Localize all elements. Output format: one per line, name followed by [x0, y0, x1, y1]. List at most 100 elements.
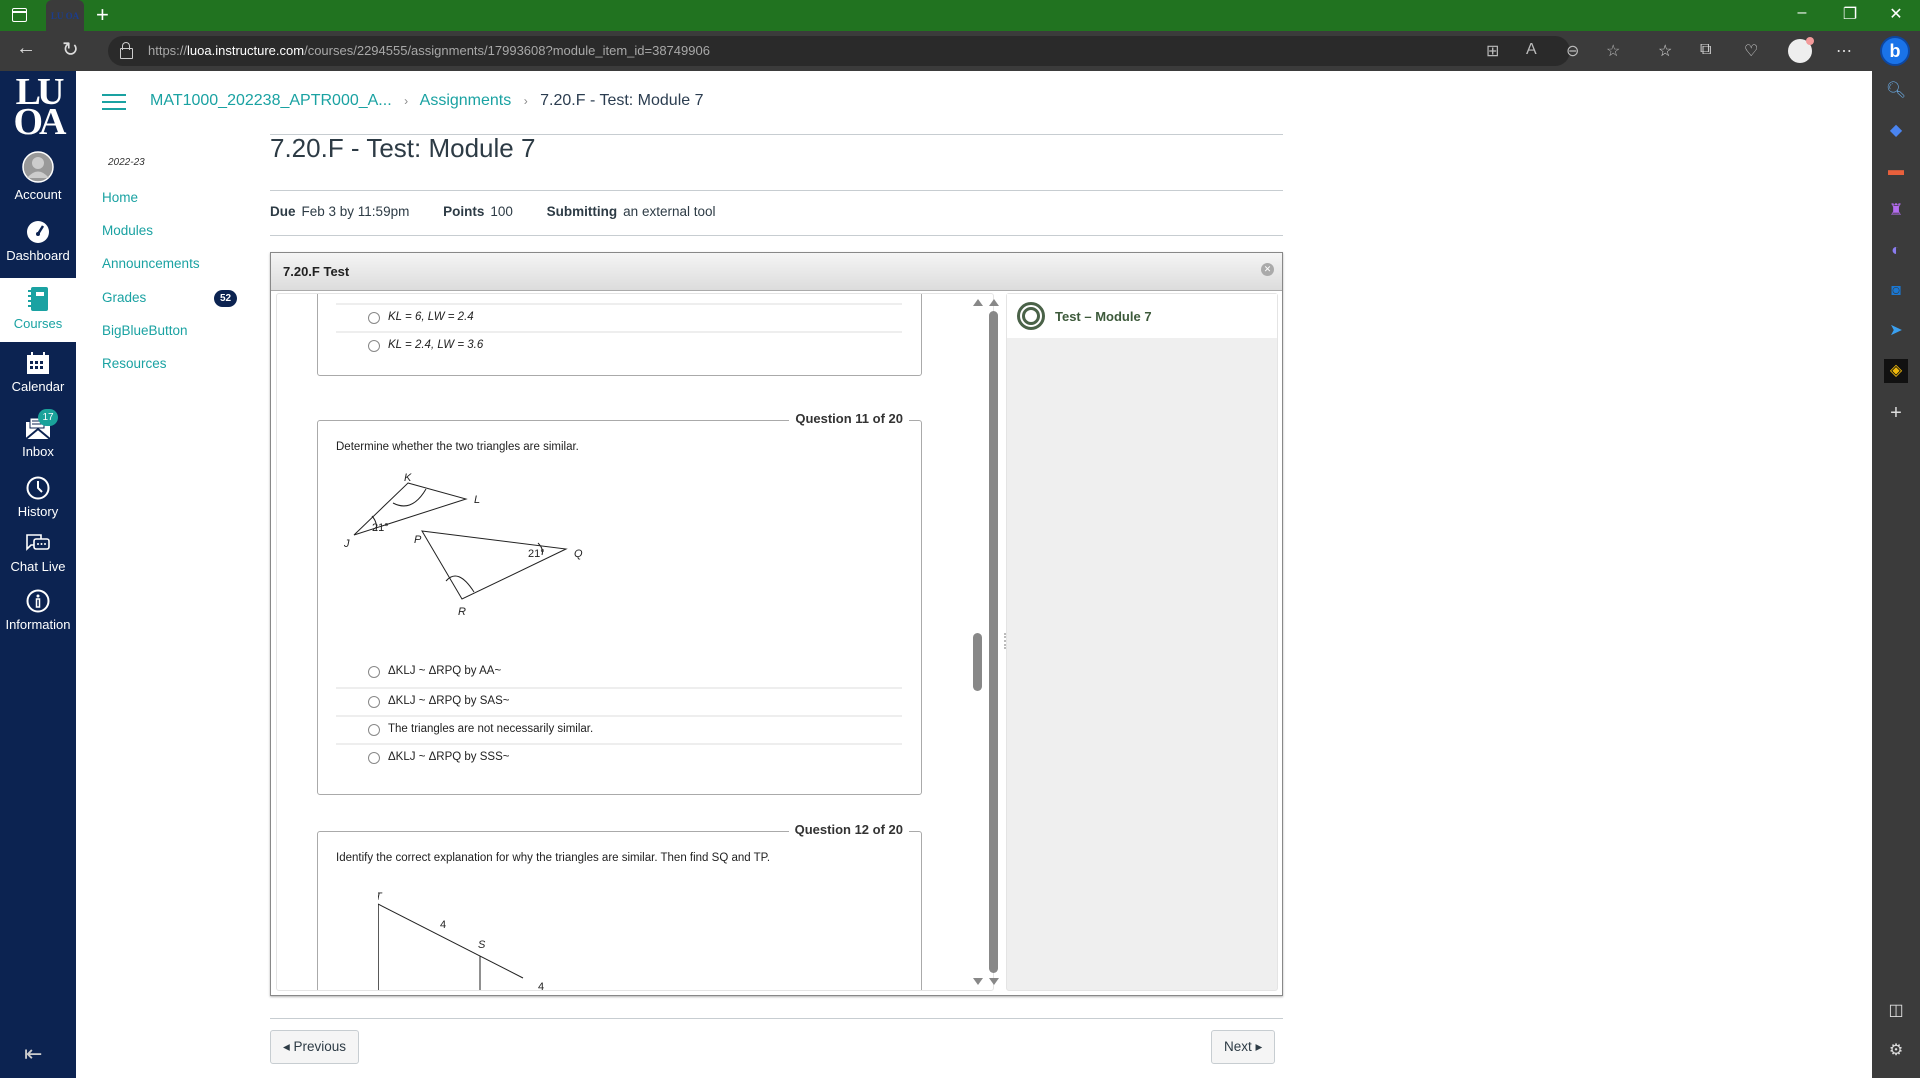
previous-button[interactable]: ◂ Previous [270, 1030, 360, 1064]
answer-option[interactable]: KL = 2.4, LW = 3.6 [336, 331, 902, 359]
global-nav-label: Chat Live [10, 559, 66, 574]
divider [270, 235, 1283, 236]
settings-gear-icon[interactable]: ⚙ [1884, 1039, 1908, 1063]
scroll-thumb[interactable] [973, 633, 982, 691]
radio-button[interactable] [368, 696, 380, 708]
lock-icon[interactable] [120, 42, 133, 59]
answer-option[interactable]: ΔKLJ ~ ΔRPQ by SAS~ [336, 687, 902, 715]
radio-button[interactable] [368, 752, 380, 764]
triangle-tsq-figure: T S 4 4 [378, 892, 544, 990]
radio-button[interactable] [368, 666, 380, 678]
side-label: 4 [440, 919, 446, 931]
course-menu-toggle[interactable] [102, 94, 126, 110]
outlook-icon[interactable]: ◙ [1884, 279, 1908, 303]
close-window-button[interactable]: ✕ [1876, 4, 1916, 24]
favorite-star-icon[interactable]: ☆ [1606, 41, 1620, 61]
due-label: Due [270, 204, 296, 219]
due-value: Feb 3 by 11:59pm [301, 204, 410, 219]
scroll-up-icon[interactable] [973, 299, 983, 306]
question-scrollbar[interactable] [972, 297, 984, 987]
question-prompt: Identify the correct explanation for why… [336, 852, 771, 864]
global-nav-history[interactable]: History [0, 476, 76, 536]
browser-tab[interactable]: LU OA [46, 0, 84, 31]
option-text: ΔKLJ ~ ΔRPQ by AA~ [388, 665, 502, 677]
tab-actions-icon[interactable] [12, 8, 27, 22]
global-nav-label: Calendar [11, 379, 65, 394]
new-tab-button[interactable]: + [96, 2, 109, 28]
shopping-tag-icon[interactable]: ◆ [1884, 119, 1908, 143]
global-nav-label: Information [5, 617, 71, 632]
submitting-label: Submitting [546, 204, 618, 219]
course-nav-home[interactable]: Home [102, 190, 138, 205]
global-nav-dashboard[interactable]: Dashboard [0, 220, 76, 280]
radio-button[interactable] [368, 724, 380, 736]
answer-option[interactable]: ΔKLJ ~ ΔRPQ by SSS~ [336, 743, 902, 771]
question-number: Question 12 of 20 [788, 822, 909, 837]
global-nav-account[interactable]: Account [0, 151, 76, 211]
collections-icon[interactable]: ⧉ [1700, 41, 1711, 59]
zoom-out-icon[interactable]: ⊖ [1566, 41, 1579, 61]
microsoft365-icon[interactable]: ◐ [1884, 239, 1908, 263]
answer-option[interactable]: KL = 6, LW = 2.4 [336, 303, 902, 331]
scroll-up-icon[interactable] [989, 299, 999, 306]
points-value: 100 [490, 204, 513, 219]
global-nav-courses[interactable]: Courses [0, 278, 76, 342]
collapse-nav-icon[interactable]: ⇤ [24, 1041, 42, 1067]
global-nav-calendar[interactable]: Calendar [0, 351, 76, 411]
course-nav-modules[interactable]: Modules [102, 223, 153, 238]
avatar-icon [22, 151, 54, 183]
binance-icon[interactable]: ◈ [1884, 359, 1908, 383]
scroll-down-icon[interactable] [973, 978, 983, 985]
close-tool-icon[interactable]: ✕ [1261, 263, 1274, 276]
profile-avatar[interactable] [1788, 37, 1814, 63]
global-nav-inbox[interactable]: 17 Inbox [0, 409, 76, 476]
course-nav-announcements[interactable]: Announcements [102, 256, 200, 271]
option-text: KL = 6, LW = 2.4 [388, 311, 474, 323]
scroll-down-icon[interactable] [989, 978, 999, 985]
radio-button[interactable] [368, 312, 380, 324]
games-chess-icon[interactable]: ♜ [1884, 199, 1908, 223]
global-nav-chat-live[interactable]: Chat Live [0, 533, 76, 593]
triangle-rpq [421, 530, 568, 600]
add-icon[interactable]: + [1884, 401, 1908, 425]
global-nav-information[interactable]: Information [0, 589, 76, 649]
read-aloud-icon[interactable]: A [1526, 41, 1537, 59]
tools-briefcase-icon[interactable]: ▬ [1884, 159, 1908, 183]
breadcrumb-separator: › [523, 94, 528, 108]
course-nav-resources[interactable]: Resources [102, 356, 167, 371]
refresh-icon[interactable]: ↻ [62, 37, 79, 62]
question-prompt: Determine whether the two triangles are … [336, 441, 579, 453]
search-icon[interactable]: 🔍︎ [1884, 79, 1908, 103]
scroll-thumb[interactable] [989, 311, 998, 973]
answer-option[interactable]: The triangles are not necessarily simila… [336, 715, 902, 743]
restore-button[interactable]: ❐ [1830, 4, 1870, 24]
global-nav-label: Account [14, 187, 62, 202]
url-text[interactable]: https://luoa.instructure.com/courses/229… [148, 43, 710, 58]
inbox-unread-badge: 17 [38, 409, 58, 426]
app-available-icon[interactable]: ⊞ [1486, 41, 1499, 61]
external-tool-frame: 7.20.F Test ✕ KL = 6, LW = 2.4 KL = 2.4,… [270, 252, 1283, 996]
school-logo[interactable]: LU OA [8, 73, 68, 143]
radio-button[interactable] [368, 340, 380, 352]
favorites-icon[interactable]: ☆ [1658, 41, 1672, 61]
outer-scrollbar[interactable] [988, 297, 1000, 987]
more-options-icon[interactable]: ⋯ [1836, 41, 1852, 61]
global-nav-label: Dashboard [6, 248, 70, 263]
dashboard-icon [27, 221, 49, 243]
answer-option[interactable]: ΔKLJ ~ ΔRPQ by AA~ [336, 659, 902, 687]
minimize-button[interactable]: – [1782, 4, 1822, 22]
breadcrumb-assignments[interactable]: Assignments [420, 92, 512, 109]
next-button[interactable]: Next ▸ [1211, 1030, 1276, 1064]
back-icon[interactable]: ← [16, 37, 36, 60]
split-screen-icon[interactable]: ◫ [1884, 999, 1908, 1023]
course-nav-bigbluebutton[interactable]: BigBlueButton [102, 323, 188, 338]
send-icon[interactable]: ➤ [1884, 319, 1908, 343]
browser-essentials-icon[interactable]: ♡ [1744, 41, 1758, 61]
bing-copilot-icon[interactable]: b [1880, 36, 1910, 66]
breadcrumb-course[interactable]: MAT1000_202238_APTR000_A... [150, 92, 392, 109]
vertex-label: T [378, 892, 383, 903]
angle-label: 21° [528, 548, 545, 560]
question-pane: KL = 6, LW = 2.4 KL = 2.4, LW = 3.6 Ques… [276, 293, 994, 991]
course-nav-grades[interactable]: Grades [102, 290, 146, 305]
address-bar[interactable]: https://luoa.instructure.com/courses/229… [108, 36, 1620, 66]
